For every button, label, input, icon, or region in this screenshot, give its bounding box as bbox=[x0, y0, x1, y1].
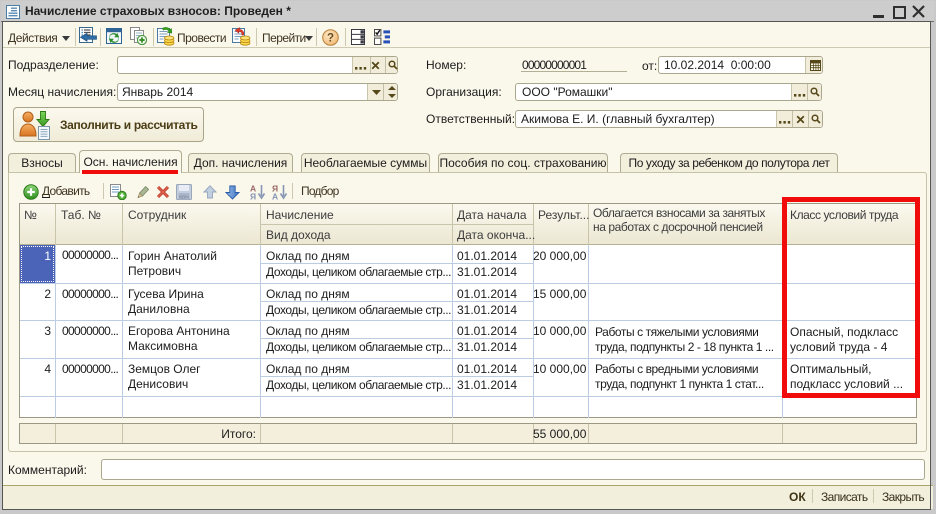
svg-text:?: ? bbox=[327, 33, 334, 45]
svg-text:КОН: КОН bbox=[179, 195, 188, 200]
svg-text:Я: Я bbox=[250, 192, 256, 201]
svg-text:А: А bbox=[272, 192, 278, 201]
